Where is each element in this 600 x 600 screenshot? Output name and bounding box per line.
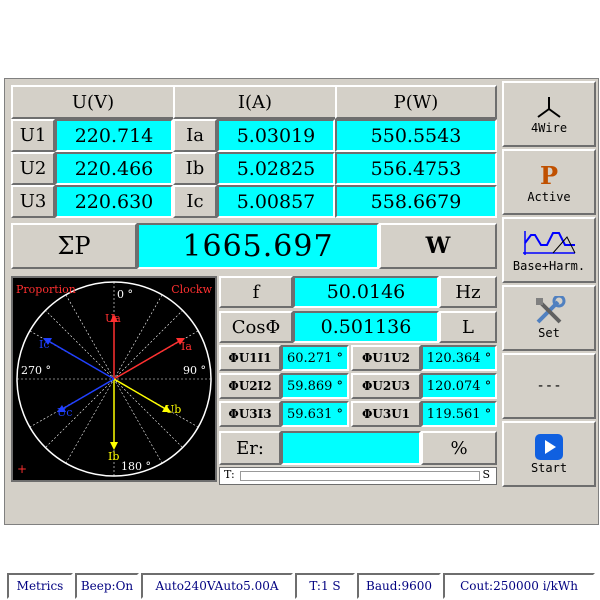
ia-value: 5.03019 xyxy=(217,119,335,152)
p2-value: 556.4753 xyxy=(335,152,497,185)
start-button[interactable]: Start xyxy=(502,421,596,487)
ic-vector-label: Ic xyxy=(39,338,50,351)
harmonic-mode-label: Base+Harm. xyxy=(512,259,586,273)
time-bar-end-label: S xyxy=(482,468,490,481)
p3-value: 558.6679 xyxy=(335,185,497,218)
u2-value: 220.466 xyxy=(55,152,173,185)
angle-270-label: 270 ° xyxy=(21,364,51,377)
settings-label: Set xyxy=(538,326,560,340)
status-metrics: Metrics xyxy=(7,573,73,599)
frequency-label: f xyxy=(219,276,293,308)
waveform-icon xyxy=(523,231,576,255)
error-label: Er: xyxy=(219,431,281,465)
u1-label: U1 xyxy=(11,119,55,152)
phase-u2u3-label: ΦU2U3 xyxy=(351,373,421,399)
blank-function-label: --- xyxy=(536,378,562,394)
ub-label: Ub xyxy=(165,403,182,416)
mode-proportion-label: Proportion xyxy=(16,283,76,296)
p-letter-icon: P xyxy=(539,160,559,190)
vector-diagram: Proportion Clockw 0 ° 90 ° 180 ° 270 ° +… xyxy=(11,276,217,482)
meter-screen: U(V) I(A) P(W) U1 220.714 Ia 5.03019 550… xyxy=(4,78,599,599)
angle-0-label: 0 ° xyxy=(117,288,133,301)
time-bar-start-label: T: xyxy=(224,468,235,481)
error-unit: % xyxy=(421,431,497,465)
u3-value: 220.630 xyxy=(55,185,173,218)
ia-vector-label: Ia xyxy=(181,340,192,353)
phase-u2u3-value: 120.074 ° xyxy=(421,373,497,399)
phase-u1i1-label: ΦU1I1 xyxy=(219,345,281,371)
current-header: I(A) xyxy=(173,85,337,119)
ib-arrow xyxy=(110,442,118,450)
wiring-mode-label: 4Wire xyxy=(530,121,568,135)
voltage-header: U(V) xyxy=(11,85,175,119)
power-header: P(W) xyxy=(335,85,497,119)
ib-vector-label: Ib xyxy=(108,450,120,463)
phase-u3u1-value: 119.561 ° xyxy=(421,401,497,427)
phase-u1i1-value: 60.271 ° xyxy=(281,345,349,371)
power-type-label: Active xyxy=(527,189,571,204)
start-label: Start xyxy=(530,461,568,475)
wye-connection-icon xyxy=(537,97,561,118)
error-value xyxy=(281,431,421,465)
p1-value: 550.5543 xyxy=(335,119,497,152)
status-baud: Baud:9600 xyxy=(357,573,441,599)
wiring-mode-button[interactable]: 4Wire xyxy=(502,81,596,147)
u3-label: U3 xyxy=(11,185,55,218)
ua-label: Ua xyxy=(105,312,121,325)
total-power-unit: W xyxy=(379,223,497,269)
time-progress-bar: T: S xyxy=(219,467,497,485)
angle-90-label: 90 ° xyxy=(183,364,206,377)
ib-label: Ib xyxy=(173,152,217,185)
status-beep: Beep:On xyxy=(75,573,139,599)
ic-vector xyxy=(44,338,115,380)
power-factor-value: 0.501136 xyxy=(293,311,439,343)
status-range: Auto240VAuto5.00A xyxy=(141,573,293,599)
blank-function-button[interactable]: --- xyxy=(502,353,596,419)
tools-icon xyxy=(536,296,566,324)
ia-vector xyxy=(113,338,184,380)
time-progress-track xyxy=(240,471,480,481)
power-factor-unit: L xyxy=(439,311,497,343)
u1-value: 220.714 xyxy=(55,119,173,152)
power-type-button[interactable]: P Active xyxy=(502,149,596,215)
phase-u2i2-value: 59.869 ° xyxy=(281,373,349,399)
phase-u3i3-label: ΦU3I3 xyxy=(219,401,281,427)
harmonic-mode-button[interactable]: Base+Harm. xyxy=(502,217,596,283)
ic-label: Ic xyxy=(173,185,217,218)
angle-180-label: 180 ° xyxy=(121,460,151,473)
ia-label: Ia xyxy=(173,119,217,152)
phase-u3i3-value: 59.631 ° xyxy=(281,401,349,427)
u2-label: U2 xyxy=(11,152,55,185)
status-constant: Cout:250000 i/kWh xyxy=(443,573,595,599)
frequency-value: 50.0146 xyxy=(293,276,439,308)
phase-u2i2-label: ΦU2I2 xyxy=(219,373,281,399)
uc-label: Uc xyxy=(57,406,73,419)
frequency-unit: Hz xyxy=(439,276,497,308)
ib-value: 5.02825 xyxy=(217,152,335,185)
total-power-label: ΣP xyxy=(11,223,137,269)
total-power-value: 1665.697 xyxy=(137,223,379,269)
phase-u1u2-label: ΦU1U2 xyxy=(351,345,421,371)
play-icon xyxy=(535,434,563,460)
status-time: T:1 S xyxy=(295,573,355,599)
mode-clockwise-label: Clockw xyxy=(171,283,212,296)
power-factor-label: CosΦ xyxy=(219,311,293,343)
ic-value: 5.00857 xyxy=(217,185,335,218)
phase-u3u1-label: ΦU3U1 xyxy=(351,401,421,427)
phase-u1u2-value: 120.364 ° xyxy=(421,345,497,371)
plus-marker: + xyxy=(17,462,28,476)
settings-button[interactable]: Set xyxy=(502,285,596,351)
